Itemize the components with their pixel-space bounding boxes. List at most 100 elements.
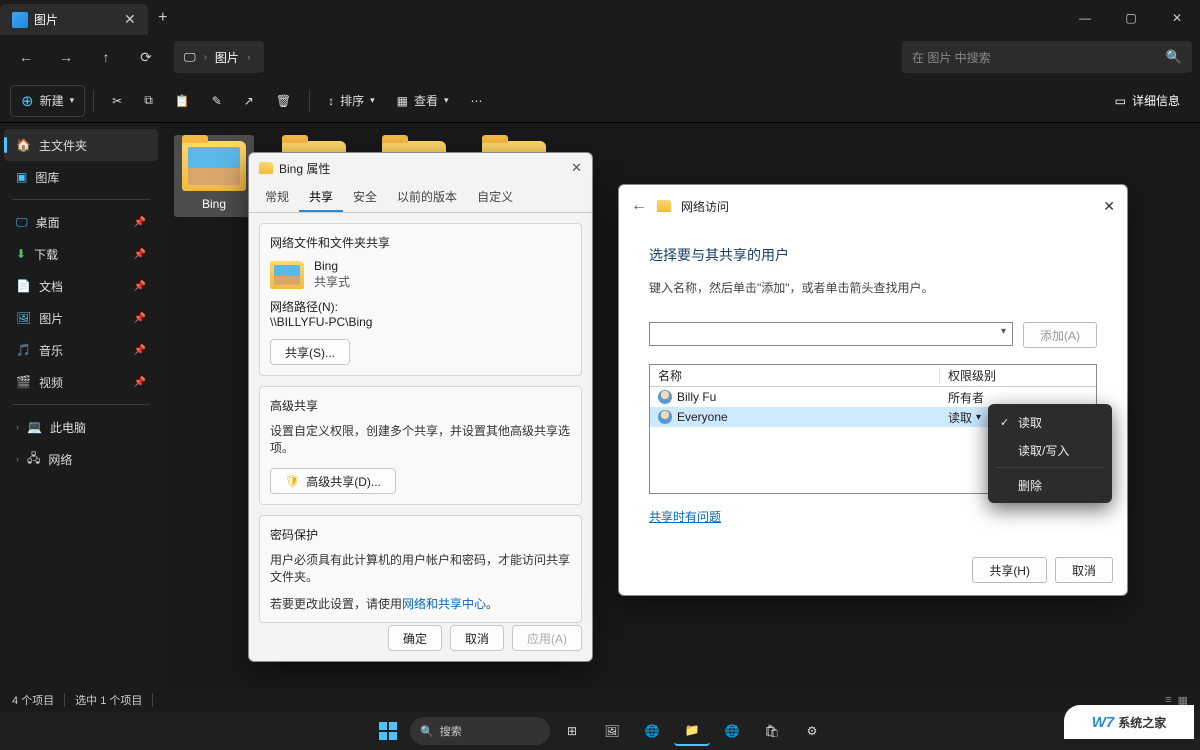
cut-button[interactable]: ✂ <box>102 85 132 117</box>
refresh-button[interactable]: ⟳ <box>128 41 164 73</box>
download-icon: ⬇ <box>16 247 26 261</box>
document-icon: 📄 <box>16 279 31 293</box>
sidebar-item-pictures[interactable]: 🖼图片📌 <box>4 302 158 334</box>
cancel-button[interactable]: 取消 <box>1055 557 1113 583</box>
column-permission[interactable]: 权限级别 <box>940 367 1096 384</box>
chevron-right-icon: › <box>243 52 254 63</box>
ok-button[interactable]: 确定 <box>388 625 442 651</box>
close-tab-icon[interactable]: ✕ <box>124 11 136 28</box>
details-pane-button[interactable]: ▭ 详细信息 <box>1105 92 1190 109</box>
status-bar: 4 个项目 选中 1 个项目 ≡ ▦ <box>0 688 1200 712</box>
start-button[interactable] <box>370 716 406 746</box>
sidebar-item-network[interactable]: ›🖧网络 <box>4 443 158 475</box>
taskbar-store[interactable]: 🛍 <box>754 716 790 746</box>
folder-icon <box>270 261 304 289</box>
breadcrumb[interactable]: 🖵 › 图片 › <box>174 41 264 73</box>
search-input[interactable]: 在 图片 中搜索 🔍 <box>902 41 1192 73</box>
sidebar-item-thispc[interactable]: ›💻此电脑 <box>4 411 158 443</box>
new-tab-button[interactable]: + <box>148 0 178 35</box>
close-window-button[interactable]: ✕ <box>1154 0 1200 35</box>
user-icon <box>658 390 672 404</box>
minimize-button[interactable]: — <box>1062 0 1108 35</box>
cancel-button[interactable]: 取消 <box>450 625 504 651</box>
sort-button[interactable]: ↕ 排序 ▾ <box>318 85 385 117</box>
network-center-link[interactable]: 网络和共享中心 <box>402 597 486 611</box>
pin-icon: 📌 <box>134 345 146 356</box>
taskbar-edge[interactable]: 🌐 <box>714 716 750 746</box>
column-name[interactable]: 名称 <box>650 367 940 384</box>
sidebar-item-documents[interactable]: 📄文档📌 <box>4 270 158 302</box>
sharing-help-link[interactable]: 共享时有问题 <box>649 510 721 524</box>
sidebar-item-music[interactable]: 🎵音乐📌 <box>4 334 158 366</box>
music-icon: 🎵 <box>16 343 31 357</box>
rename-icon: ✎ <box>212 94 222 108</box>
advanced-share-button[interactable]: 🛡 高级共享(D)... <box>270 468 396 494</box>
close-icon[interactable]: ✕ <box>1103 198 1115 215</box>
new-button[interactable]: ⊕ 新建 ▾ <box>10 85 85 117</box>
tab-title: 图片 <box>34 11 58 28</box>
close-icon[interactable]: ✕ <box>571 160 582 176</box>
tab-security[interactable]: 安全 <box>343 183 387 212</box>
details-icon: ▭ <box>1115 94 1126 108</box>
taskbar-explorer[interactable]: 📁 <box>674 716 710 746</box>
path-value: \\BILLYFU-PC\Bing <box>270 315 571 329</box>
tab-previous-versions[interactable]: 以前的版本 <box>387 183 467 212</box>
apply-button[interactable]: 应用(A) <box>512 625 582 651</box>
share-confirm-button[interactable]: 共享(H) <box>972 557 1047 583</box>
back-button[interactable]: ← <box>631 197 647 215</box>
window-titlebar: 图片 ✕ + — ▢ ✕ <box>0 0 1200 35</box>
view-button[interactable]: ▦ 查看 ▾ <box>387 85 459 117</box>
sidebar-item-videos[interactable]: 🎬视频📌 <box>4 366 158 398</box>
folder-icon <box>259 162 273 174</box>
dialog-title: 网络访问 <box>681 198 729 215</box>
menu-item-read[interactable]: 读取 <box>992 408 1108 436</box>
gallery-icon: ▣ <box>16 170 27 184</box>
chevron-down-icon: ▾ <box>70 95 75 106</box>
menu-item-readwrite[interactable]: 读取/写入 <box>992 436 1108 464</box>
sidebar-item-downloads[interactable]: ⬇下载📌 <box>4 238 158 270</box>
password-protect-group: 密码保护 用户必须具有此计算机的用户帐户和密码，才能访问共享文件夹。 若要更改此… <box>259 515 582 623</box>
menu-item-remove[interactable]: 删除 <box>992 471 1108 499</box>
delete-button[interactable]: 🗑 <box>266 85 301 117</box>
address-bar: ← → ↑ ⟳ 🖵 › 图片 › 在 图片 中搜索 🔍 <box>0 35 1200 79</box>
user-combo-input[interactable] <box>649 322 1013 346</box>
pc-icon: 💻 <box>27 420 42 434</box>
rename-button[interactable]: ✎ <box>202 85 232 117</box>
sidebar-item-gallery[interactable]: ▣图库 <box>4 161 158 193</box>
sidebar-item-desktop[interactable]: 🖵桌面📌 <box>4 206 158 238</box>
tab-pictures[interactable]: 图片 ✕ <box>0 4 148 35</box>
folder-item-bing[interactable]: Bing <box>174 135 254 217</box>
plus-icon: ⊕ <box>21 92 34 110</box>
up-button[interactable]: ↑ <box>88 41 124 73</box>
maximize-button[interactable]: ▢ <box>1108 0 1154 35</box>
chevron-down-icon: ▾ <box>370 95 375 106</box>
tab-customize[interactable]: 自定义 <box>467 183 523 212</box>
sidebar-item-home[interactable]: 🏠主文件夹 <box>4 129 158 161</box>
forward-button[interactable]: → <box>48 41 84 73</box>
share-button[interactable]: 共享(S)... <box>270 339 350 365</box>
share-button[interactable]: ↗ <box>234 85 264 117</box>
monitor-icon: 🖵 <box>184 50 196 65</box>
folder-icon <box>182 141 246 191</box>
paste-button[interactable]: 📋 <box>165 85 200 117</box>
copy-button[interactable]: ⧉ <box>134 85 163 117</box>
tab-general[interactable]: 常规 <box>255 183 299 212</box>
sort-icon: ↕ <box>328 94 334 108</box>
network-access-dialog: ← 网络访问 ✕ 选择要与其共享的用户 键入名称，然后单击"添加"，或者单击箭头… <box>618 184 1128 596</box>
taskbar-settings[interactable]: ⚙ <box>794 716 830 746</box>
back-button[interactable]: ← <box>8 41 44 73</box>
breadcrumb-item[interactable]: 图片 <box>215 49 239 66</box>
pictures-icon: 🖼 <box>16 311 31 325</box>
select-users-hint: 键入名称，然后单击"添加"，或者单击箭头查找用户。 <box>649 279 1097 296</box>
more-button[interactable]: ⋯ <box>461 85 493 117</box>
add-user-button[interactable]: 添加(A) <box>1023 322 1097 348</box>
trash-icon: 🗑 <box>276 94 291 108</box>
chevron-right-icon: › <box>200 52 211 63</box>
pin-icon: 📌 <box>134 281 146 292</box>
share-folder-name: Bing <box>314 259 350 273</box>
task-view-button[interactable]: ⊞ <box>554 716 590 746</box>
taskbar-app[interactable]: 🖼 <box>594 716 630 746</box>
taskbar-app[interactable]: 🌐 <box>634 716 670 746</box>
taskbar-search[interactable]: 🔍搜索 <box>410 717 550 745</box>
tab-sharing[interactable]: 共享 <box>299 183 343 212</box>
